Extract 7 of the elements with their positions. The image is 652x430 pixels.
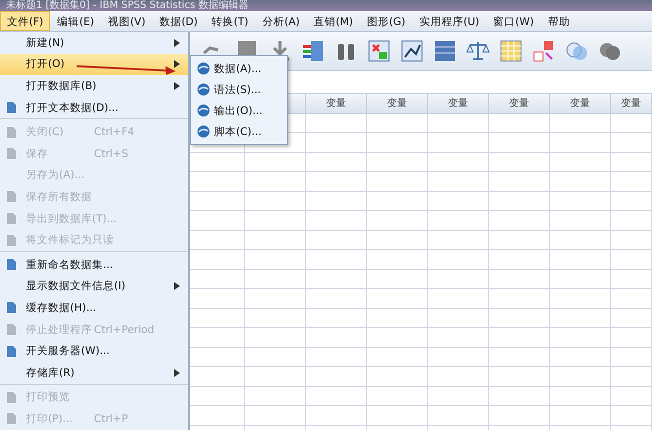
window-title: 未标题1 [数据集0] - IBM SPSS Statistics 数据编辑器 (6, 0, 248, 11)
column-header: 变量 (306, 94, 367, 114)
column-header: 变量 (367, 94, 428, 114)
column-header: 变量 (428, 94, 489, 114)
column-header: 变量 (550, 94, 611, 114)
column-header: 变量 (489, 94, 550, 114)
column-header: 变量 (611, 94, 652, 114)
